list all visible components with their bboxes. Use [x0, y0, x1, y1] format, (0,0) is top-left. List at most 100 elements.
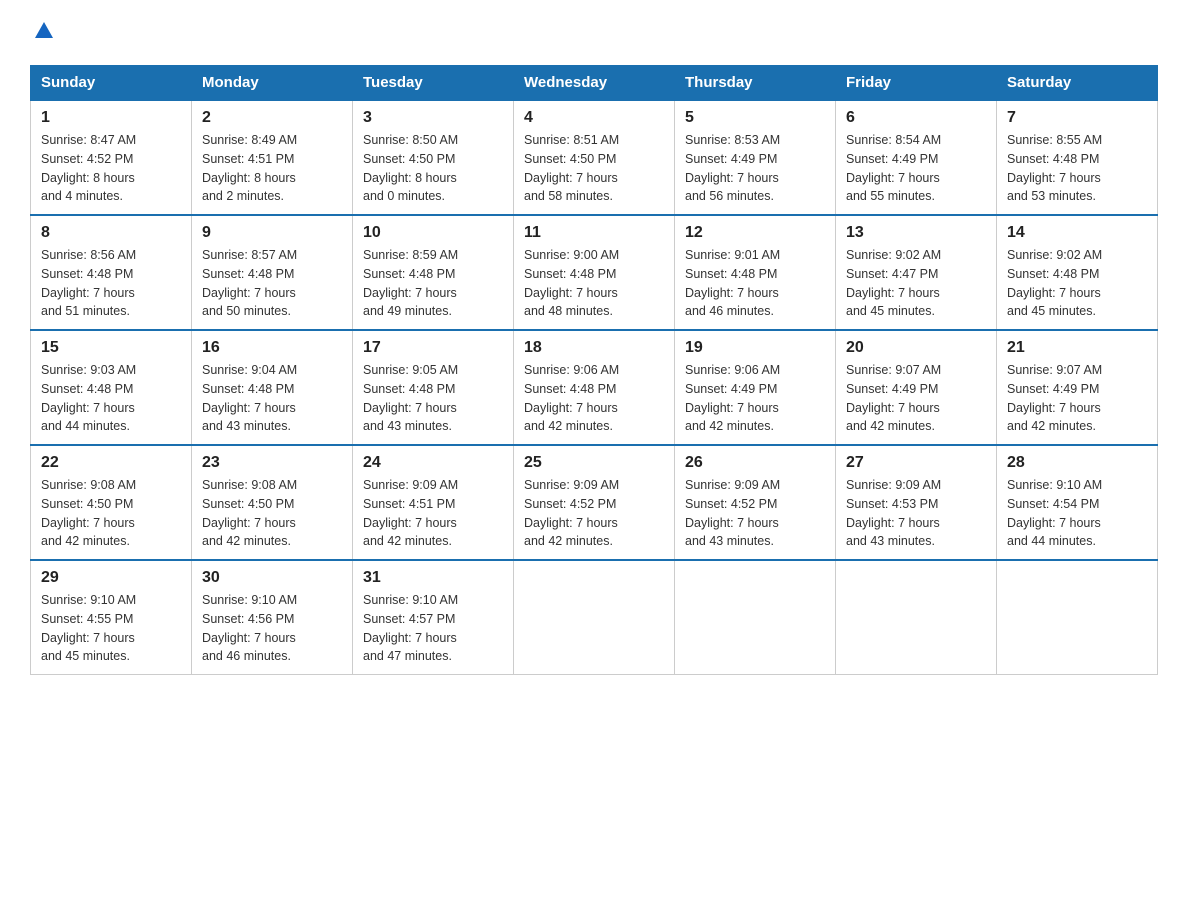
day-number: 31	[363, 569, 503, 587]
day-cell-20: 20 Sunrise: 9:07 AMSunset: 4:49 PMDaylig…	[836, 330, 997, 445]
day-cell-11: 11 Sunrise: 9:00 AMSunset: 4:48 PMDaylig…	[514, 215, 675, 330]
day-cell-2: 2 Sunrise: 8:49 AMSunset: 4:51 PMDayligh…	[192, 100, 353, 215]
day-cell-26: 26 Sunrise: 9:09 AMSunset: 4:52 PMDaylig…	[675, 445, 836, 560]
day-cell-16: 16 Sunrise: 9:04 AMSunset: 4:48 PMDaylig…	[192, 330, 353, 445]
day-cell-9: 9 Sunrise: 8:57 AMSunset: 4:48 PMDayligh…	[192, 215, 353, 330]
day-cell-29: 29 Sunrise: 9:10 AMSunset: 4:55 PMDaylig…	[31, 560, 192, 675]
empty-cell	[514, 560, 675, 675]
day-info: Sunrise: 9:08 AMSunset: 4:50 PMDaylight:…	[202, 476, 342, 551]
day-number: 27	[846, 454, 986, 472]
day-info: Sunrise: 9:03 AMSunset: 4:48 PMDaylight:…	[41, 361, 181, 436]
day-number: 25	[524, 454, 664, 472]
day-number: 22	[41, 454, 181, 472]
day-cell-25: 25 Sunrise: 9:09 AMSunset: 4:52 PMDaylig…	[514, 445, 675, 560]
day-info: Sunrise: 8:59 AMSunset: 4:48 PMDaylight:…	[363, 246, 503, 321]
day-number: 30	[202, 569, 342, 587]
weekday-header-row: SundayMondayTuesdayWednesdayThursdayFrid…	[31, 66, 1158, 101]
day-info: Sunrise: 9:07 AMSunset: 4:49 PMDaylight:…	[846, 361, 986, 436]
day-number: 19	[685, 339, 825, 357]
day-number: 1	[41, 109, 181, 127]
day-number: 16	[202, 339, 342, 357]
day-info: Sunrise: 9:10 AMSunset: 4:54 PMDaylight:…	[1007, 476, 1147, 551]
day-cell-21: 21 Sunrise: 9:07 AMSunset: 4:49 PMDaylig…	[997, 330, 1158, 445]
day-info: Sunrise: 9:06 AMSunset: 4:48 PMDaylight:…	[524, 361, 664, 436]
day-cell-14: 14 Sunrise: 9:02 AMSunset: 4:48 PMDaylig…	[997, 215, 1158, 330]
day-number: 13	[846, 224, 986, 242]
week-row-1: 1 Sunrise: 8:47 AMSunset: 4:52 PMDayligh…	[31, 100, 1158, 215]
day-number: 5	[685, 109, 825, 127]
day-info: Sunrise: 8:51 AMSunset: 4:50 PMDaylight:…	[524, 131, 664, 206]
day-info: Sunrise: 8:50 AMSunset: 4:50 PMDaylight:…	[363, 131, 503, 206]
day-cell-1: 1 Sunrise: 8:47 AMSunset: 4:52 PMDayligh…	[31, 100, 192, 215]
day-number: 21	[1007, 339, 1147, 357]
day-info: Sunrise: 8:56 AMSunset: 4:48 PMDaylight:…	[41, 246, 181, 321]
day-cell-24: 24 Sunrise: 9:09 AMSunset: 4:51 PMDaylig…	[353, 445, 514, 560]
empty-cell	[997, 560, 1158, 675]
week-row-4: 22 Sunrise: 9:08 AMSunset: 4:50 PMDaylig…	[31, 445, 1158, 560]
day-cell-19: 19 Sunrise: 9:06 AMSunset: 4:49 PMDaylig…	[675, 330, 836, 445]
day-cell-10: 10 Sunrise: 8:59 AMSunset: 4:48 PMDaylig…	[353, 215, 514, 330]
day-cell-7: 7 Sunrise: 8:55 AMSunset: 4:48 PMDayligh…	[997, 100, 1158, 215]
day-number: 17	[363, 339, 503, 357]
day-info: Sunrise: 8:55 AMSunset: 4:48 PMDaylight:…	[1007, 131, 1147, 206]
calendar-table: SundayMondayTuesdayWednesdayThursdayFrid…	[30, 65, 1158, 675]
day-info: Sunrise: 9:04 AMSunset: 4:48 PMDaylight:…	[202, 361, 342, 436]
day-info: Sunrise: 9:09 AMSunset: 4:52 PMDaylight:…	[524, 476, 664, 551]
day-number: 29	[41, 569, 181, 587]
day-number: 26	[685, 454, 825, 472]
empty-cell	[836, 560, 997, 675]
day-number: 8	[41, 224, 181, 242]
day-cell-30: 30 Sunrise: 9:10 AMSunset: 4:56 PMDaylig…	[192, 560, 353, 675]
day-info: Sunrise: 9:09 AMSunset: 4:53 PMDaylight:…	[846, 476, 986, 551]
day-info: Sunrise: 8:49 AMSunset: 4:51 PMDaylight:…	[202, 131, 342, 206]
day-number: 2	[202, 109, 342, 127]
day-number: 7	[1007, 109, 1147, 127]
day-cell-23: 23 Sunrise: 9:08 AMSunset: 4:50 PMDaylig…	[192, 445, 353, 560]
logo-triangle-icon	[33, 20, 55, 42]
day-number: 28	[1007, 454, 1147, 472]
day-info: Sunrise: 9:09 AMSunset: 4:52 PMDaylight:…	[685, 476, 825, 551]
day-number: 24	[363, 454, 503, 472]
weekday-sunday: Sunday	[31, 66, 192, 101]
weekday-wednesday: Wednesday	[514, 66, 675, 101]
day-info: Sunrise: 9:09 AMSunset: 4:51 PMDaylight:…	[363, 476, 503, 551]
weekday-saturday: Saturday	[997, 66, 1158, 101]
day-cell-12: 12 Sunrise: 9:01 AMSunset: 4:48 PMDaylig…	[675, 215, 836, 330]
day-cell-31: 31 Sunrise: 9:10 AMSunset: 4:57 PMDaylig…	[353, 560, 514, 675]
day-info: Sunrise: 9:07 AMSunset: 4:49 PMDaylight:…	[1007, 361, 1147, 436]
day-number: 4	[524, 109, 664, 127]
day-cell-8: 8 Sunrise: 8:56 AMSunset: 4:48 PMDayligh…	[31, 215, 192, 330]
day-info: Sunrise: 9:02 AMSunset: 4:47 PMDaylight:…	[846, 246, 986, 321]
day-number: 6	[846, 109, 986, 127]
day-cell-27: 27 Sunrise: 9:09 AMSunset: 4:53 PMDaylig…	[836, 445, 997, 560]
day-info: Sunrise: 9:05 AMSunset: 4:48 PMDaylight:…	[363, 361, 503, 436]
day-info: Sunrise: 9:10 AMSunset: 4:57 PMDaylight:…	[363, 591, 503, 666]
page-header	[30, 20, 1158, 47]
logo	[30, 20, 55, 47]
weekday-monday: Monday	[192, 66, 353, 101]
day-info: Sunrise: 9:10 AMSunset: 4:56 PMDaylight:…	[202, 591, 342, 666]
day-cell-6: 6 Sunrise: 8:54 AMSunset: 4:49 PMDayligh…	[836, 100, 997, 215]
day-info: Sunrise: 9:10 AMSunset: 4:55 PMDaylight:…	[41, 591, 181, 666]
day-cell-15: 15 Sunrise: 9:03 AMSunset: 4:48 PMDaylig…	[31, 330, 192, 445]
day-number: 20	[846, 339, 986, 357]
day-cell-28: 28 Sunrise: 9:10 AMSunset: 4:54 PMDaylig…	[997, 445, 1158, 560]
day-cell-18: 18 Sunrise: 9:06 AMSunset: 4:48 PMDaylig…	[514, 330, 675, 445]
day-number: 10	[363, 224, 503, 242]
day-info: Sunrise: 9:08 AMSunset: 4:50 PMDaylight:…	[41, 476, 181, 551]
day-info: Sunrise: 8:53 AMSunset: 4:49 PMDaylight:…	[685, 131, 825, 206]
empty-cell	[675, 560, 836, 675]
week-row-3: 15 Sunrise: 9:03 AMSunset: 4:48 PMDaylig…	[31, 330, 1158, 445]
day-cell-13: 13 Sunrise: 9:02 AMSunset: 4:47 PMDaylig…	[836, 215, 997, 330]
day-cell-3: 3 Sunrise: 8:50 AMSunset: 4:50 PMDayligh…	[353, 100, 514, 215]
day-info: Sunrise: 9:00 AMSunset: 4:48 PMDaylight:…	[524, 246, 664, 321]
week-row-5: 29 Sunrise: 9:10 AMSunset: 4:55 PMDaylig…	[31, 560, 1158, 675]
weekday-tuesday: Tuesday	[353, 66, 514, 101]
weekday-thursday: Thursday	[675, 66, 836, 101]
day-cell-17: 17 Sunrise: 9:05 AMSunset: 4:48 PMDaylig…	[353, 330, 514, 445]
day-info: Sunrise: 9:02 AMSunset: 4:48 PMDaylight:…	[1007, 246, 1147, 321]
day-number: 12	[685, 224, 825, 242]
day-number: 18	[524, 339, 664, 357]
day-cell-22: 22 Sunrise: 9:08 AMSunset: 4:50 PMDaylig…	[31, 445, 192, 560]
day-number: 23	[202, 454, 342, 472]
